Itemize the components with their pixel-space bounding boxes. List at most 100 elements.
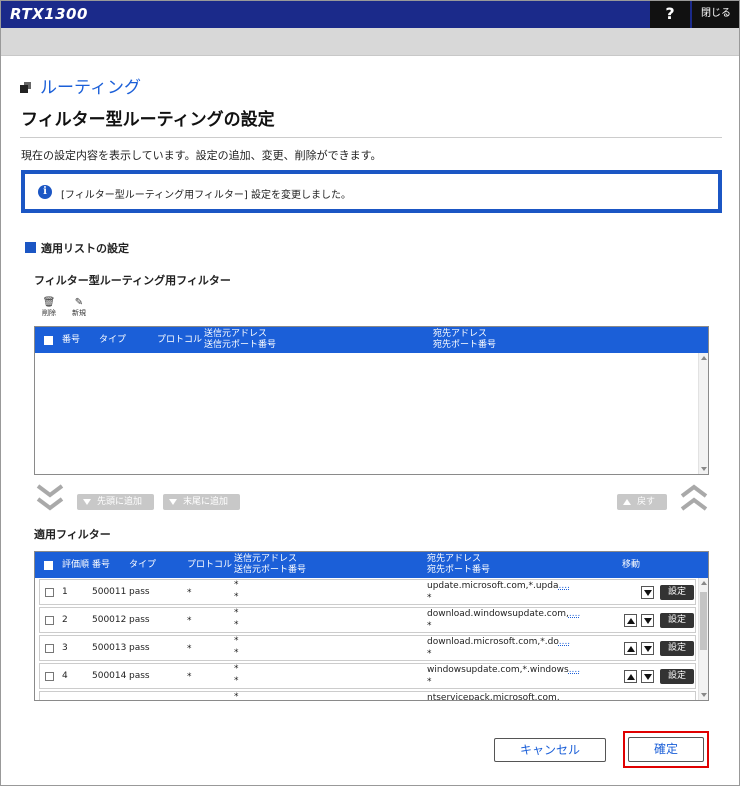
double-chevron-down-icon[interactable] [36,484,64,512]
dst-addr-cell: download.microsoft.com,*.do.... [427,637,571,647]
more-link[interactable]: .... [569,665,580,675]
row-settings-button[interactable]: 設定 [660,641,694,656]
scroll-up-icon [701,581,707,585]
table-row: * ntservicepack.microsoft.com, [39,691,696,701]
priority-cell: 1 [62,587,68,597]
dst-port-cell: * [427,621,432,631]
up-arrow-icon [627,674,635,680]
table-row: 2 500012 pass * * * download.windowsupdate.com… [39,607,696,633]
more-link[interactable]: .... [558,581,569,591]
priority-cell: 3 [62,643,68,653]
applied-table-scrollbar[interactable] [698,578,708,700]
scroll-up-icon [701,356,707,360]
up-arrow-icon [627,646,635,652]
dst-addr-cell: windowsupdate.com,*.windows.... [427,665,581,675]
select-all-checkbox[interactable] [44,336,53,345]
src-addr-cell: * [234,692,239,701]
new-button[interactable]: ✎ 新規 [67,297,91,318]
row-checkbox[interactable] [45,672,54,681]
src-port-cell: * [234,620,239,630]
dst-addr-cell: update.microsoft.com,*.upda.... [427,581,570,591]
trash-icon: 🗑 [42,297,56,308]
double-chevron-up-icon[interactable] [680,484,708,512]
move-down-button[interactable] [641,614,654,627]
table-row: 1 500011 pass * * * update.microsoft.com,*.upd… [39,579,696,605]
back-button[interactable]: 戻す [617,494,667,510]
protocol-cell: * [187,672,192,682]
new-document-icon: ✎ [74,297,84,308]
section-title: ルーティング [40,78,141,98]
delete-button[interactable]: 🗑 削除 [37,297,61,318]
down-arrow-icon [644,590,652,596]
move-down-button[interactable] [641,586,654,599]
filter-table-scrollbar[interactable] [698,353,708,474]
scroll-thumb[interactable] [700,592,707,650]
row-settings-button[interactable]: 設定 [660,669,694,684]
more-link[interactable]: .... [569,609,580,619]
priority-cell: 2 [62,615,68,625]
cancel-button[interactable]: キャンセル [494,738,606,762]
product-logo: RTX1300 [10,5,88,23]
dst-addr-cell: download.windowsupdate.com,.... [427,609,581,619]
table-row: 4 500014 pass * * * windowsupdate.com,*.window… [39,663,696,689]
square-bullet-icon [25,242,36,253]
protocol-cell: * [187,588,192,598]
add-top-button[interactable]: 先頭に追加 [77,494,154,510]
confirm-button[interactable]: 確定 [628,737,704,762]
more-link[interactable]: .... [559,637,570,647]
protocol-cell: * [187,644,192,654]
type-cell: pass [129,587,150,597]
info-icon: i [38,185,52,199]
help-button[interactable]: ? [650,0,690,28]
move-up-button[interactable] [624,614,637,627]
filter-table-heading: フィルター型ルーティング用フィルター [34,274,231,287]
priority-cell: 4 [62,671,68,681]
protocol-cell: * [187,616,192,626]
type-cell: pass [129,671,150,681]
close-button[interactable]: 閉じる [692,0,740,28]
top-bar: RTX1300 ? 閉じる [0,0,740,28]
type-cell: pass [129,615,150,625]
number-cell: 500013 [92,643,127,653]
src-port-cell: * [234,592,239,602]
down-arrow-icon [644,674,652,680]
src-addr-cell: * [234,636,239,646]
move-up-button[interactable] [624,642,637,655]
row-checkbox[interactable] [45,644,54,653]
applied-table-heading: 適用フィルター [34,528,111,541]
page-description: 現在の設定内容を表示しています。設定の追加、変更、削除ができます。 [21,149,382,162]
applied-table: 評価順 番号 タイプ プロトコル 送信元アドレス 送信元ポート番号 宛先アドレス… [34,551,709,701]
sub-bar [0,28,740,56]
add-bottom-button[interactable]: 末尾に追加 [163,494,240,510]
src-port-cell: * [234,648,239,658]
window-stack-icon [20,82,32,94]
applied-table-header: 評価順 番号 タイプ プロトコル 送信元アドレス 送信元ポート番号 宛先アドレス… [35,552,708,578]
scroll-down-icon [701,467,707,471]
dst-addr-cell: ntservicepack.microsoft.com, [427,693,560,701]
dst-port-cell: * [427,649,432,659]
src-port-cell: * [234,676,239,686]
src-addr-cell: * [234,580,239,590]
number-cell: 500011 [92,587,127,597]
title-divider [20,137,722,138]
up-arrow-icon [627,618,635,624]
row-checkbox[interactable] [45,588,54,597]
notice-box: i [フィルター型ルーティング用フィルター] 設定を変更しました。 [21,170,722,213]
row-settings-button[interactable]: 設定 [660,613,694,628]
type-cell: pass [129,643,150,653]
row-checkbox[interactable] [45,616,54,625]
move-up-button[interactable] [624,670,637,683]
down-arrow-icon [644,646,652,652]
move-down-button[interactable] [641,670,654,683]
row-settings-button[interactable]: 設定 [660,585,694,600]
number-cell: 500012 [92,615,127,625]
table-row: 3 500013 pass * * * download.microsoft.com,*.d… [39,635,696,661]
move-down-button[interactable] [641,642,654,655]
dst-port-cell: * [427,677,432,687]
apply-list-heading: 適用リストの設定 [25,240,129,256]
select-all-checkbox[interactable] [44,561,53,570]
number-cell: 500014 [92,671,127,681]
filter-table-header: 番号 タイプ プロトコル 送信元アドレス 送信元ポート番号 宛先アドレス 宛先ポ… [35,327,708,353]
down-arrow-icon [644,618,652,624]
dst-port-cell: * [427,593,432,603]
